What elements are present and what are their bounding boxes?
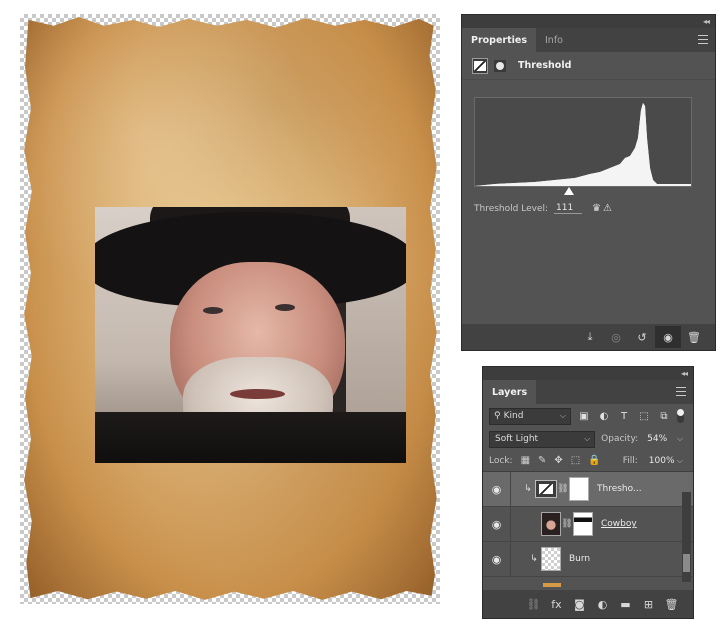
lock-transparency-icon[interactable]: ▦ bbox=[521, 455, 530, 466]
trash-icon[interactable]: 🗑 bbox=[681, 326, 707, 348]
layers-panel: ◂◂ Layers ⚲ Kind ⌵ ▣ ◐ T ⬚ ⧉ Soft Light … bbox=[482, 366, 694, 619]
threshold-slider-handle[interactable] bbox=[564, 187, 574, 195]
properties-panel: ◂◂ Properties Info Threshold Threshold L… bbox=[461, 14, 716, 351]
layer-mask-thumbnail[interactable] bbox=[573, 512, 593, 536]
lock-label: Lock: bbox=[489, 455, 513, 466]
left-eye bbox=[203, 307, 223, 314]
group-icon[interactable]: ▬ bbox=[614, 598, 637, 611]
blend-mode-value: Soft Light bbox=[495, 434, 539, 444]
cowboy-thumbnail[interactable] bbox=[541, 512, 561, 536]
layer-row-threshold[interactable]: ◉ ↳ ⛓ Thresho... bbox=[483, 472, 693, 507]
properties-tabbar: Properties Info bbox=[462, 28, 715, 52]
clip-to-layer-icon[interactable]: ⤓ bbox=[577, 326, 603, 348]
properties-footer: ⤓ ◎ ↺ ◉ 🗑 bbox=[462, 324, 715, 350]
layers-footer: ⛓ fx ◙ ◐ ▬ ⊞ 🗑 bbox=[483, 590, 693, 618]
tab-properties[interactable]: Properties bbox=[462, 28, 536, 52]
burn-thumbnail[interactable] bbox=[541, 547, 561, 571]
shape-filter-icon[interactable]: ⬚ bbox=[637, 411, 651, 422]
threshold-level-input[interactable]: 111 bbox=[554, 203, 583, 214]
threshold-level-row: Threshold Level: 111 ♛ ⚠ bbox=[474, 203, 612, 214]
lock-pixels-icon[interactable]: ✎ bbox=[538, 455, 546, 466]
layers-scrollbar[interactable] bbox=[682, 492, 691, 582]
chevron-down-icon: ⌵ bbox=[559, 411, 566, 420]
adjustment-filter-icon[interactable]: ◐ bbox=[597, 411, 611, 422]
layer-mask-thumbnail[interactable] bbox=[569, 477, 589, 501]
chevron-down-icon: ⌵ bbox=[676, 455, 683, 465]
fill-value: 100% bbox=[648, 455, 675, 466]
clip-arrow-icon: ↳ bbox=[524, 484, 532, 494]
panel-menu-icon[interactable] bbox=[676, 387, 686, 396]
layer-name[interactable]: Burn bbox=[569, 554, 590, 564]
panel-menu-icon[interactable] bbox=[698, 35, 708, 44]
layers-tabbar: Layers bbox=[483, 380, 693, 404]
opacity-label: Opacity: bbox=[601, 434, 639, 444]
mouth bbox=[230, 389, 285, 399]
filter-kind-select[interactable]: ⚲ Kind ⌵ bbox=[489, 407, 571, 425]
auto-threshold-icons[interactable]: ♛ ⚠ bbox=[592, 203, 612, 214]
lock-position-icon[interactable]: ✥ bbox=[554, 455, 562, 466]
document-canvas[interactable] bbox=[20, 14, 440, 604]
smart-object-filter-icon[interactable]: ⧉ bbox=[657, 411, 671, 422]
search-icon: ⚲ bbox=[494, 411, 501, 421]
fill-field[interactable]: 100% ⌵ bbox=[646, 452, 687, 469]
chevron-down-icon: ⌵ bbox=[584, 434, 591, 443]
layer-name[interactable]: Thresho... bbox=[597, 484, 642, 494]
chain-link-icon[interactable]: ⛓ bbox=[557, 484, 569, 494]
threshold-thumbnail[interactable] bbox=[535, 480, 557, 498]
warning-icon: ⚠ bbox=[602, 203, 612, 214]
auto-icon[interactable]: ♛ bbox=[592, 203, 601, 214]
lock-artboard-icon[interactable]: ⬚ bbox=[571, 455, 580, 466]
fx-icon[interactable]: fx bbox=[545, 598, 568, 611]
tab-info[interactable]: Info bbox=[536, 28, 572, 52]
scrollbar-thumb[interactable] bbox=[683, 554, 690, 572]
opacity-value: 54% bbox=[647, 434, 668, 444]
lock-row: Lock: ▦ ✎ ✥ ⬚ 🔒 Fill: 100% ⌵ bbox=[483, 450, 693, 472]
threshold-adjustment-icon[interactable] bbox=[472, 57, 488, 74]
histogram-graph bbox=[475, 98, 691, 186]
blend-row: Soft Light ⌵ Opacity: 54% ⌵ bbox=[483, 428, 693, 450]
jacket bbox=[95, 412, 406, 463]
fill-label: Fill: bbox=[622, 455, 638, 466]
chain-link-icon[interactable]: ⛓ bbox=[561, 519, 573, 529]
image-filter-icon[interactable]: ▣ bbox=[577, 411, 591, 422]
visibility-icon[interactable]: ◉ bbox=[655, 326, 681, 348]
adjustment-title: Threshold bbox=[518, 60, 572, 71]
threshold-histogram[interactable] bbox=[474, 97, 692, 187]
properties-header: Threshold bbox=[462, 52, 715, 80]
filter-kind-value: Kind bbox=[503, 411, 524, 421]
layer-row-burn[interactable]: ◉ ↳ Burn bbox=[483, 542, 693, 577]
type-filter-icon[interactable]: T bbox=[617, 411, 631, 422]
visibility-eye-icon[interactable]: ◉ bbox=[483, 472, 511, 506]
layer-name[interactable]: Cowboy bbox=[601, 519, 637, 529]
trash-icon[interactable]: 🗑 bbox=[660, 598, 683, 611]
tab-layers[interactable]: Layers bbox=[483, 380, 537, 404]
collapse-icon[interactable]: ◂◂ bbox=[703, 17, 710, 26]
mask-icon[interactable] bbox=[494, 59, 506, 72]
cowboy-photo bbox=[95, 207, 406, 463]
panel-collapse-bar[interactable]: ◂◂ bbox=[483, 367, 693, 380]
layer-row-cowboy[interactable]: ◉ ⛓ Cowboy bbox=[483, 507, 693, 542]
link-icon[interactable]: ⛓ bbox=[522, 598, 545, 611]
layer-indicator bbox=[543, 583, 561, 587]
new-layer-icon[interactable]: ⊞ bbox=[637, 598, 660, 611]
right-eye bbox=[275, 304, 295, 311]
filter-toggle[interactable] bbox=[677, 409, 684, 423]
lock-all-icon[interactable]: 🔒 bbox=[588, 455, 600, 466]
collapse-icon[interactable]: ◂◂ bbox=[681, 369, 688, 378]
view-previous-icon[interactable]: ◎ bbox=[603, 326, 629, 348]
panel-collapse-bar[interactable]: ◂◂ bbox=[462, 15, 715, 28]
blend-mode-select[interactable]: Soft Light ⌵ bbox=[489, 430, 596, 448]
visibility-eye-icon[interactable]: ◉ bbox=[483, 542, 511, 576]
reset-icon[interactable]: ↺ bbox=[629, 326, 655, 348]
clip-arrow-icon: ↳ bbox=[530, 554, 538, 564]
chevron-down-icon: ⌵ bbox=[676, 434, 683, 443]
layer-filter-row: ⚲ Kind ⌵ ▣ ◐ T ⬚ ⧉ bbox=[483, 404, 693, 428]
opacity-field[interactable]: 54% ⌵ bbox=[644, 431, 687, 448]
threshold-level-label: Threshold Level: bbox=[474, 203, 549, 214]
visibility-eye-icon[interactable]: ◉ bbox=[483, 507, 511, 541]
adjustment-icon[interactable]: ◐ bbox=[591, 598, 614, 611]
mask-icon[interactable]: ◙ bbox=[568, 598, 591, 611]
